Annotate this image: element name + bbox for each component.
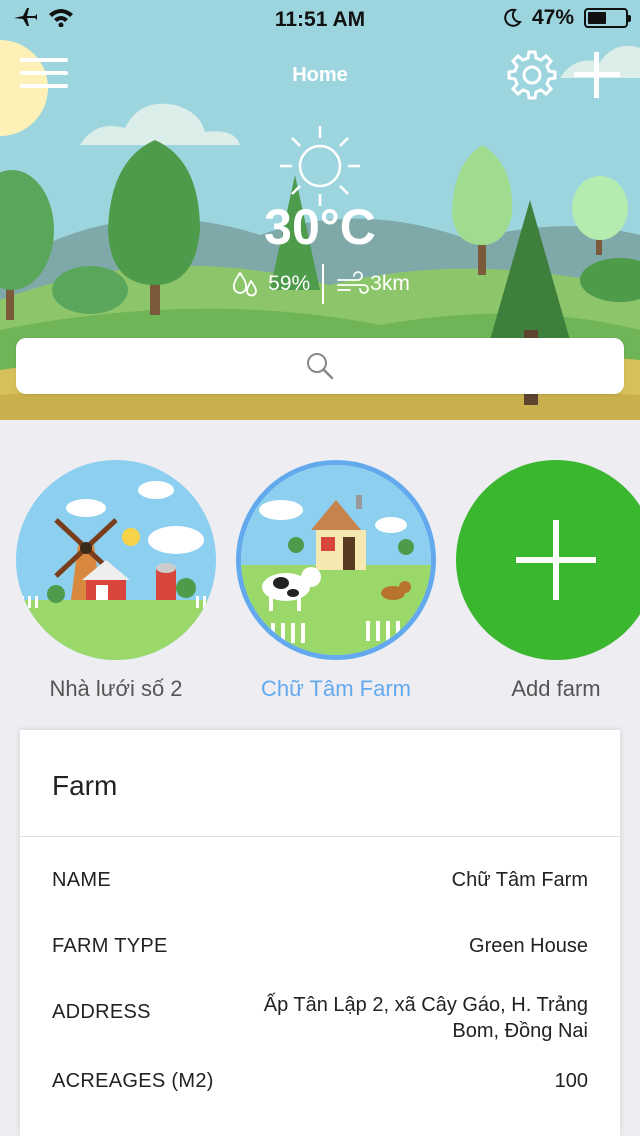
name-label: NAME [52,869,111,891]
plus-icon [516,520,596,600]
weather-header: 11:51 AM 47% Home 30°C 59% 3km [0,0,640,420]
add-icon[interactable] [572,50,622,100]
farm-detail-card: Farm NAME Chữ Tâm Farm FARM TYPE Green H… [20,730,620,1136]
farm-item-nha-luoi[interactable]: Nhà lưới số 2 [16,460,216,702]
address-value: Ấp Tân Lập 2, xã Cây Gáo, H. Trảng Bom, … [263,994,588,1042]
temperature: 30°C [264,199,376,255]
card-title: Farm [52,770,118,801]
farm-type-value: Green House [469,935,588,957]
search-input[interactable] [16,338,624,394]
battery-icon [584,8,631,28]
wind-icon [337,271,370,294]
farm-item-chu-tam[interactable]: Chữ Tâm Farm [236,460,436,702]
add-farm-button[interactable] [456,460,640,660]
windmill-farm-illustration [16,460,216,660]
humidity-drop-icon [233,271,258,297]
name-value: Chữ Tâm Farm [451,869,588,891]
farm-type-label: FARM TYPE [52,935,168,957]
farm-thumbnail-selected[interactable] [236,460,436,660]
humidity-value: 59% [268,272,311,295]
card-divider [20,836,620,837]
search-icon [307,353,334,380]
add-farm-item[interactable]: Add farm [456,460,640,702]
settings-gear-icon[interactable] [505,48,559,102]
address-label: ADDRESS [52,1001,151,1023]
farm-thumbnail[interactable] [16,460,216,660]
acreages-value: 100 [554,1070,588,1092]
weather-details: 59% 3km [0,264,640,304]
add-farm-label: Add farm [511,676,601,701]
status-bar: 11:51 AM 47% [0,0,640,40]
battery-percent: 47% [531,6,574,29]
weather-separator [322,264,325,304]
status-right: 47% [502,6,631,30]
farm-name-selected: Chữ Tâm Farm [260,676,411,701]
moon-icon [504,8,522,27]
cow-house-farm-illustration [241,465,431,655]
farm-name: Nhà lưới số 2 [49,676,183,701]
sun-weather-icon [280,126,360,206]
acreages-label: ACREAGES (M2) [52,1070,214,1092]
wind-value: 3km [370,272,410,295]
